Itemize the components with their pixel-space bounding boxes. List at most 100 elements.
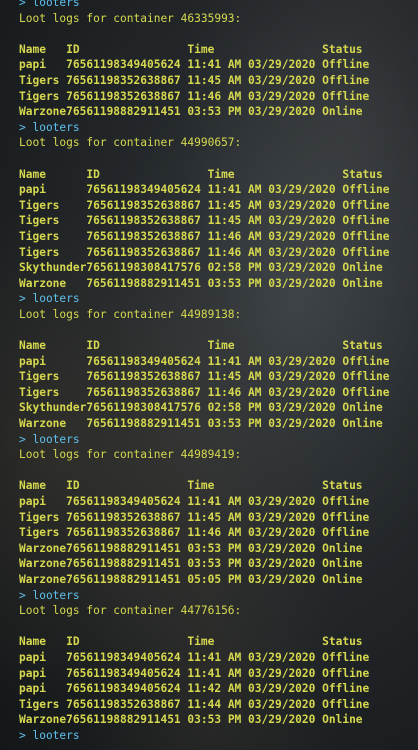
name-cell: papi	[19, 495, 67, 508]
status-cell: Offline	[322, 526, 370, 540]
column-header: Name	[19, 479, 67, 493]
time-cell: 11:46 AM 03/29/2020	[207, 385, 343, 399]
table-row: Warzone76561198882911451 03:53 PM 03/29/…	[19, 104, 418, 120]
name-cell: Tigers	[19, 214, 87, 228]
table-row: Tigers 76561198352638867 11:45 AM 03/29/…	[19, 198, 418, 214]
time-cell: 11:44 AM 03/29/2020	[187, 697, 323, 711]
name-cell: Tigers	[19, 526, 67, 540]
container-title: Loot logs for container 44990657:	[19, 136, 242, 150]
name-cell: papi	[19, 183, 87, 197]
table-row: Tigers 76561198352638867 11:46 AM 03/29/…	[19, 89, 418, 105]
container-title: Loot logs for container 46335993:	[19, 11, 242, 25]
column-header: Name	[19, 635, 67, 649]
time-cell: 03:53 PM 03/29/2020	[187, 541, 323, 555]
time-cell: 03:53 PM 03/29/2020	[187, 105, 323, 119]
column-header: Time	[187, 635, 323, 649]
id-cell: 76561198308417576	[86, 261, 208, 275]
time-cell: 02:58 PM 03/29/2020	[207, 261, 343, 275]
table-row: papi 76561198349405624 11:41 AM 03/29/20…	[19, 650, 418, 666]
table-row: Tigers 76561198352638867 11:45 AM 03/29/…	[19, 213, 418, 229]
status-cell: Offline	[342, 183, 390, 197]
table-row: Tigers 76561198352638867 11:46 AM 03/29/…	[19, 525, 418, 541]
id-cell: 76561198352638867	[66, 510, 188, 524]
time-cell: 11:46 AM 03/29/2020	[207, 229, 343, 243]
command-line: > looters	[19, 120, 80, 134]
status-cell: Offline	[342, 198, 390, 212]
container-title: Loot logs for container 44989419:	[19, 448, 242, 462]
column-header: Time	[207, 339, 343, 353]
column-header: ID	[66, 635, 188, 649]
status-cell: Offline	[322, 650, 370, 664]
table-row: Tigers 76561198352638867 11:45 AM 03/29/…	[19, 73, 418, 89]
table-header: Name ID Time Status	[19, 478, 418, 494]
time-cell: 03:53 PM 03/29/2020	[207, 417, 343, 431]
name-cell: Warzone	[19, 541, 67, 555]
name-cell: papi	[19, 354, 87, 368]
time-cell: 11:41 AM 03/29/2020	[207, 183, 343, 197]
column-header: Name	[19, 42, 67, 56]
status-cell: Offline	[322, 89, 370, 103]
name-cell: Tigers	[19, 697, 67, 711]
table-header: Name ID Time Status	[19, 338, 418, 354]
id-cell: 76561198352638867	[86, 198, 208, 212]
column-header: Name	[19, 339, 87, 353]
table-row: papi 76561198349405624 11:41 AM 03/29/20…	[19, 182, 418, 198]
id-cell: 76561198349405624	[86, 354, 208, 368]
time-cell: 11:45 AM 03/29/2020	[207, 198, 343, 212]
status-cell: Online	[322, 541, 363, 555]
name-cell: Tigers	[19, 370, 87, 384]
table-row: Tigers 76561198352638867 11:45 AM 03/29/…	[19, 510, 418, 526]
table-row: papi 76561198349405624 11:41 AM 03/29/20…	[19, 494, 418, 510]
time-cell: 11:46 AM 03/29/2020	[187, 89, 323, 103]
table-header: Name ID Time Status	[19, 167, 418, 183]
table-row: Tigers 76561198352638867 11:46 AM 03/29/…	[19, 229, 418, 245]
time-cell: 03:53 PM 03/29/2020	[187, 713, 323, 727]
time-cell: 11:45 AM 03/29/2020	[187, 510, 323, 524]
id-cell: 76561198308417576	[86, 401, 208, 415]
table-row: Tigers 76561198352638867 11:45 AM 03/29/…	[19, 369, 418, 385]
table-row: papi 76561198349405624 11:42 AM 03/29/20…	[19, 681, 418, 697]
table-row: Tigers 76561198352638867 11:46 AM 03/29/…	[19, 245, 418, 261]
time-cell: 11:45 AM 03/29/2020	[207, 214, 343, 228]
time-cell: 11:46 AM 03/29/2020	[187, 526, 323, 540]
time-cell: 11:41 AM 03/29/2020	[207, 354, 343, 368]
command-line: > looters	[19, 588, 80, 602]
column-header: ID	[86, 167, 208, 181]
table-row: Warzone 76561198882911451 03:53 PM 03/29…	[19, 276, 418, 292]
table-row: Warzone76561198882911451 05:05 PM 03/29/…	[19, 572, 418, 588]
column-header: Time	[207, 167, 343, 181]
status-cell: Offline	[322, 697, 370, 711]
status-cell: Offline	[322, 510, 370, 524]
id-cell: 76561198349405624	[66, 650, 188, 664]
status-cell: Offline	[322, 73, 370, 87]
time-cell: 11:42 AM 03/29/2020	[187, 682, 323, 696]
table-header: Name ID Time Status	[19, 634, 418, 650]
id-cell: 76561198352638867	[66, 526, 188, 540]
column-header: Status	[322, 479, 363, 493]
id-cell: 76561198352638867	[66, 89, 188, 103]
column-header: ID	[66, 42, 188, 56]
name-cell: papi	[19, 58, 67, 72]
column-header: Status	[322, 42, 363, 56]
status-cell: Online	[322, 105, 363, 119]
column-header: ID	[86, 339, 208, 353]
id-cell: 76561198352638867	[86, 214, 208, 228]
table-row: papi 76561198349405624 11:41 AM 03/29/20…	[19, 666, 418, 682]
status-cell: Offline	[342, 385, 390, 399]
status-cell: Online	[342, 276, 383, 290]
time-cell: 11:46 AM 03/29/2020	[207, 245, 343, 259]
command-line: > looters	[19, 292, 80, 306]
id-cell: 76561198352638867	[86, 229, 208, 243]
status-cell: Offline	[342, 370, 390, 384]
id-cell: 76561198352638867	[86, 245, 208, 259]
name-cell: Tigers	[19, 73, 67, 87]
table-row: Tigers 76561198352638867 11:46 AM 03/29/…	[19, 385, 418, 401]
name-cell: Warzone	[19, 105, 67, 119]
status-cell: Online	[342, 261, 383, 275]
time-cell: 11:41 AM 03/29/2020	[187, 495, 323, 508]
column-header: Name	[19, 167, 87, 181]
table-row: Warzone 76561198882911451 03:53 PM 03/29…	[19, 416, 418, 432]
table-row: papi 76561198349405624 11:41 AM 03/29/20…	[19, 57, 418, 73]
